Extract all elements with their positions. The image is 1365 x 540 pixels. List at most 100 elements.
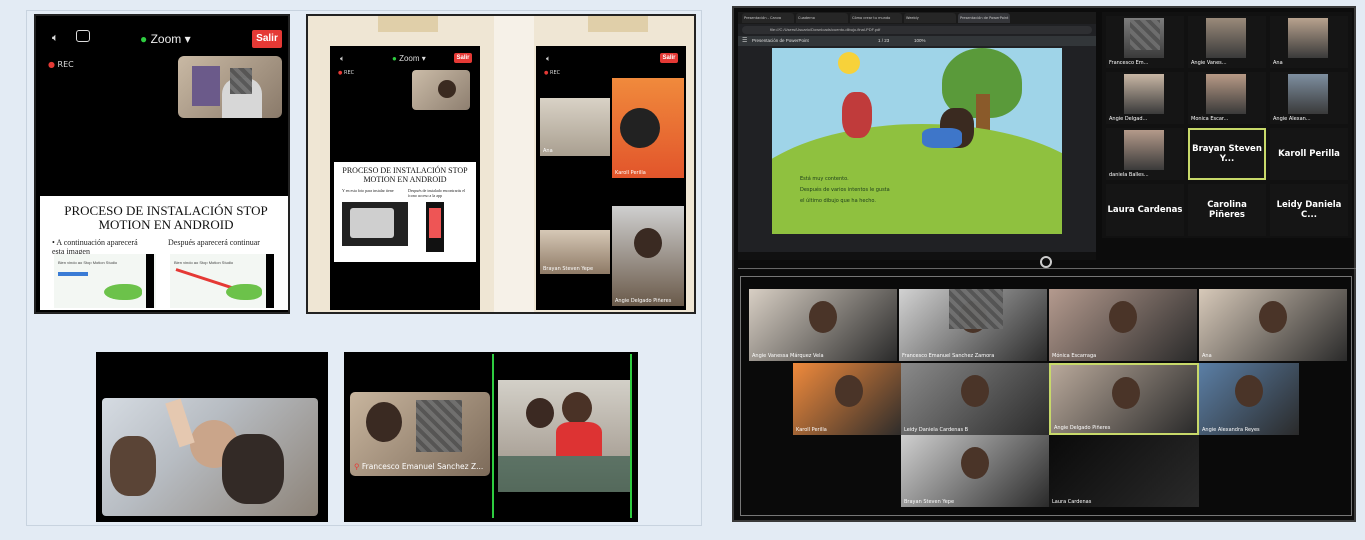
participant-tile[interactable]: Leidy Daniela C... [1270,184,1348,236]
camera-switch-icon[interactable] [76,30,90,42]
menu-icon[interactable]: ☰ [742,37,747,44]
shared-slide: PROCESO DE INSTALACIÓN STOP MOTION EN AN… [40,196,288,310]
rec-indicator: ● REC [544,70,561,76]
speaker-icon: 🔈︎ [340,54,345,63]
participant-face [961,375,989,407]
participant-tile[interactable]: Laura Cardenas [1106,184,1184,236]
toolbar: 🔈︎ ● Zoom ▾ Salir [36,16,288,52]
participant-tile[interactable]: Angie Vanessa Márquez Vela [749,289,897,361]
participant-tile[interactable]: Angie Vanes... [1188,16,1266,68]
pdf-toolbar: ☰ Presentación de PowerPoint 1 / 23 100% [738,36,1096,46]
rec-label: REC [549,70,561,76]
participant-tile[interactable]: daniela Balles... [1106,128,1184,180]
app-screen-left: Bien vindo ao Stop Motion Studio [54,254,156,308]
participant-face [809,301,837,333]
speaker-icon[interactable]: 🔈︎ [52,32,59,45]
video-feed [1206,18,1246,58]
browser-tab[interactable]: Presentación de PowerPoint [958,13,1010,23]
participant-tile[interactable]: Francesco Em... [1106,16,1184,68]
participant-name: Leidy Daniela C... [1276,200,1342,220]
leave-button[interactable]: Salir [660,53,678,63]
participant-tile[interactable]: Brayan Steven Yepe [540,230,610,274]
participant-tile[interactable]: Karoll Perilla [793,363,905,435]
participant-name: Ana [543,148,553,154]
zoom-window-1: 🔈︎ ● Zoom ▾ Salir ● REC PROCESO DE INSTA… [34,14,290,314]
rec-indicator: ● REC [48,60,74,69]
zoom-meeting-menu[interactable]: ● Zoom ▾ [140,32,191,46]
blurred-face [230,68,252,94]
participant-tile[interactable]: Monica Escar... [1188,72,1266,124]
participant-name: Brayan Steven Yepe [543,266,594,272]
participant-tile[interactable]: Mónica Escarraga [1049,289,1197,361]
lizard-mascot [104,284,142,300]
participant-tile[interactable]: Brayan Steven Yepe [901,435,1049,507]
address-bar[interactable]: file:///C:/Users/Usuario/Downloads/cuent… [742,26,1092,34]
participant-face [1109,301,1137,333]
leave-button[interactable]: Salir [454,53,472,63]
participant-tile[interactable]: Karoll Perilla [612,78,684,178]
slide-title: PROCESO DE INSTALACIÓN STOP MOTION EN AN… [342,166,468,184]
participant-face [1259,301,1287,333]
participant-name: Brayan Steven Yepe [904,499,955,505]
browser-tab[interactable]: Cómo crear tu mundo [850,13,902,23]
story-line: Está muy contento. [800,176,849,182]
gallery-top: Francesco Em... Angie Vanes... Ana Angie De… [1102,12,1352,238]
blurred-face [416,400,462,452]
browser-tab[interactable]: Presentación - Canva [742,13,794,23]
browser-tab[interactable]: Cuaderno [796,13,848,23]
participant-face [835,375,863,407]
participant-name: Angie Alexandra Reyes [1202,427,1260,433]
browser-tab[interactable]: Weebly [904,13,956,23]
participant-name: Angie Vanes... [1191,60,1227,66]
blurred-face [1130,20,1160,50]
participant-name: Angie Delgad... [1109,116,1148,122]
video-bottom-right: ⚲ Francesco Emanuel Sanchez Z... [344,352,638,522]
participant-tile[interactable]: Laura Cardenas [1049,435,1199,507]
participant-tile[interactable]: Brayan Steven Y... [1188,128,1266,180]
slide-bullet-right: Después aparecerá continuar [168,238,280,247]
split-divider [738,268,1356,269]
participant-tile[interactable]: Angie Delgado Piñeres [1049,363,1199,435]
participant-name: Francesco Emanuel Sanchez Zamora [902,353,995,359]
slide-bullet-right: Después de instalado encontrarás el ícon… [408,188,466,198]
participant-name: Monica Escar... [1191,116,1229,122]
zoom-level[interactable]: 100% [914,38,926,43]
url-text: file:///C:/Users/Usuario/Downloads/cuent… [770,27,881,32]
browser-window: Presentación - Canva Cuaderno Cómo crear t… [738,12,1096,260]
resize-handle[interactable] [1040,256,1052,268]
participant-tile[interactable]: Angie Alexan... [1270,72,1348,124]
participant-name: Karoll Perilla [615,170,646,176]
participant-face [1112,377,1140,409]
tab-strip: Presentación - Canva Cuaderno Cómo crear t… [738,12,1096,24]
participant-tile[interactable]: Ana [1270,16,1348,68]
participant-tile[interactable]: Ana [1199,289,1347,361]
app-screen-right: Bien vindo ao Stop Motion Studio [170,254,274,308]
participant-name: ⚲ Francesco Emanuel Sanchez Z... [354,462,483,471]
leave-button[interactable]: Salir [252,30,282,48]
participant-tile[interactable]: Leidy Daniela Cardenas B [901,363,1049,435]
participant-tile[interactable]: Francesco Emanuel Sanchez Zamora [899,289,1047,361]
phone-screen-a: 🔈︎ ● Zoom ▾ Salir ● REC PROCESO DE INSTA… [330,46,480,310]
participant-tile[interactable]: Karoll Perilla [1270,128,1348,180]
shield-icon: ● [140,32,148,46]
participant-name: Brayan Steven Y... [1192,144,1262,164]
participant-tile[interactable]: Angie Alexandra Reyes [1199,363,1299,435]
gallery-bottom: Angie Vanessa Márquez Vela Francesco Eman… [740,276,1352,516]
participant-tile[interactable]: Ana [540,98,610,156]
video-feed [1206,74,1246,114]
sun [838,52,860,74]
participant-video[interactable]: ⚲ Francesco Emanuel Sanchez Z... [350,392,490,476]
bullet-right-text: Después aparecerá continuar [168,238,260,247]
story-line: Después de varios intentos le gusta [800,187,890,193]
participant-name: Laura Cardenas [1107,205,1183,215]
page-indicator: 1 / 23 [878,38,890,43]
speaker-icon: 🔈︎ [546,54,551,63]
participant-tile[interactable]: Carolina Piñeres [1188,184,1266,236]
participant-name: Mónica Escarraga [1052,353,1097,359]
self-view-video [178,56,282,118]
active-speaker-video[interactable] [492,354,632,518]
participant-tile[interactable]: Angie Delgad... [1106,72,1184,124]
participant-tile[interactable]: Angie Delgado Piñeres [612,206,684,306]
zoom-meeting-menu[interactable]: ● Zoom ▾ [392,54,426,63]
document-title: Presentación de PowerPoint [752,38,809,43]
